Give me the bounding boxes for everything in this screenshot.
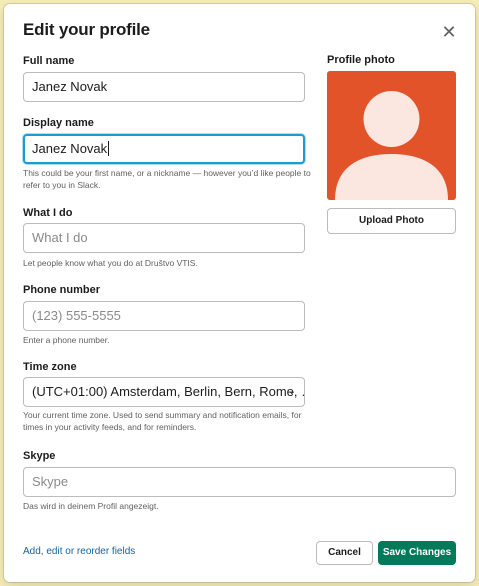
skype-input[interactable]: Skype [23, 467, 456, 497]
full-name-input[interactable]: Janez Novak [23, 72, 305, 102]
phone-input[interactable]: (123) 555-5555 [23, 301, 305, 331]
save-changes-button[interactable]: Save Changes [378, 541, 456, 565]
what-i-do-placeholder: What I do [32, 230, 88, 245]
upload-photo-button[interactable]: Upload Photo [327, 208, 456, 234]
display-name-value: Janez Novak [32, 141, 108, 156]
what-i-do-hint: Let people know what you do at Društvo V… [23, 258, 198, 268]
what-i-do-input[interactable]: What I do [23, 223, 305, 253]
modal-title: Edit your profile [23, 20, 150, 39]
display-name-hint: This could be your first name, or a nick… [23, 168, 311, 190]
edit-profile-modal: Edit your profile ✕ Full name Janez Nova… [4, 4, 475, 582]
avatar-placeholder-icon [335, 91, 448, 200]
time-zone-label: Time zone [23, 361, 77, 373]
what-i-do-label: What I do [23, 207, 73, 219]
edit-fields-link[interactable]: Add, edit or reorder fields [23, 546, 135, 557]
phone-hint: Enter a phone number. [23, 335, 110, 345]
skype-placeholder: Skype [32, 474, 69, 489]
skype-hint: Das wird in deinem Profil angezeigt. [23, 501, 159, 511]
chevron-down-icon: ⌄ [287, 386, 296, 397]
time-zone-hint: Your current time zone. Used to send sum… [23, 410, 302, 432]
profile-photo-label: Profile photo [327, 54, 395, 66]
phone-placeholder: (123) 555-5555 [32, 308, 121, 323]
time-zone-select[interactable]: (UTC+01:00) Amsterdam, Berlin, Bern, Rom… [23, 377, 305, 407]
profile-photo [327, 71, 456, 200]
display-name-label: Display name [23, 117, 94, 129]
close-icon[interactable]: ✕ [438, 21, 460, 43]
cancel-button[interactable]: Cancel [316, 541, 373, 565]
text-caret [108, 141, 110, 156]
full-name-label: Full name [23, 55, 75, 67]
phone-label: Phone number [23, 284, 101, 296]
skype-label: Skype [23, 450, 56, 462]
time-zone-value: (UTC+01:00) Amsterdam, Berlin, Bern, Rom… [32, 384, 305, 399]
full-name-value: Janez Novak [32, 79, 108, 94]
display-name-input[interactable]: Janez Novak [23, 134, 305, 164]
